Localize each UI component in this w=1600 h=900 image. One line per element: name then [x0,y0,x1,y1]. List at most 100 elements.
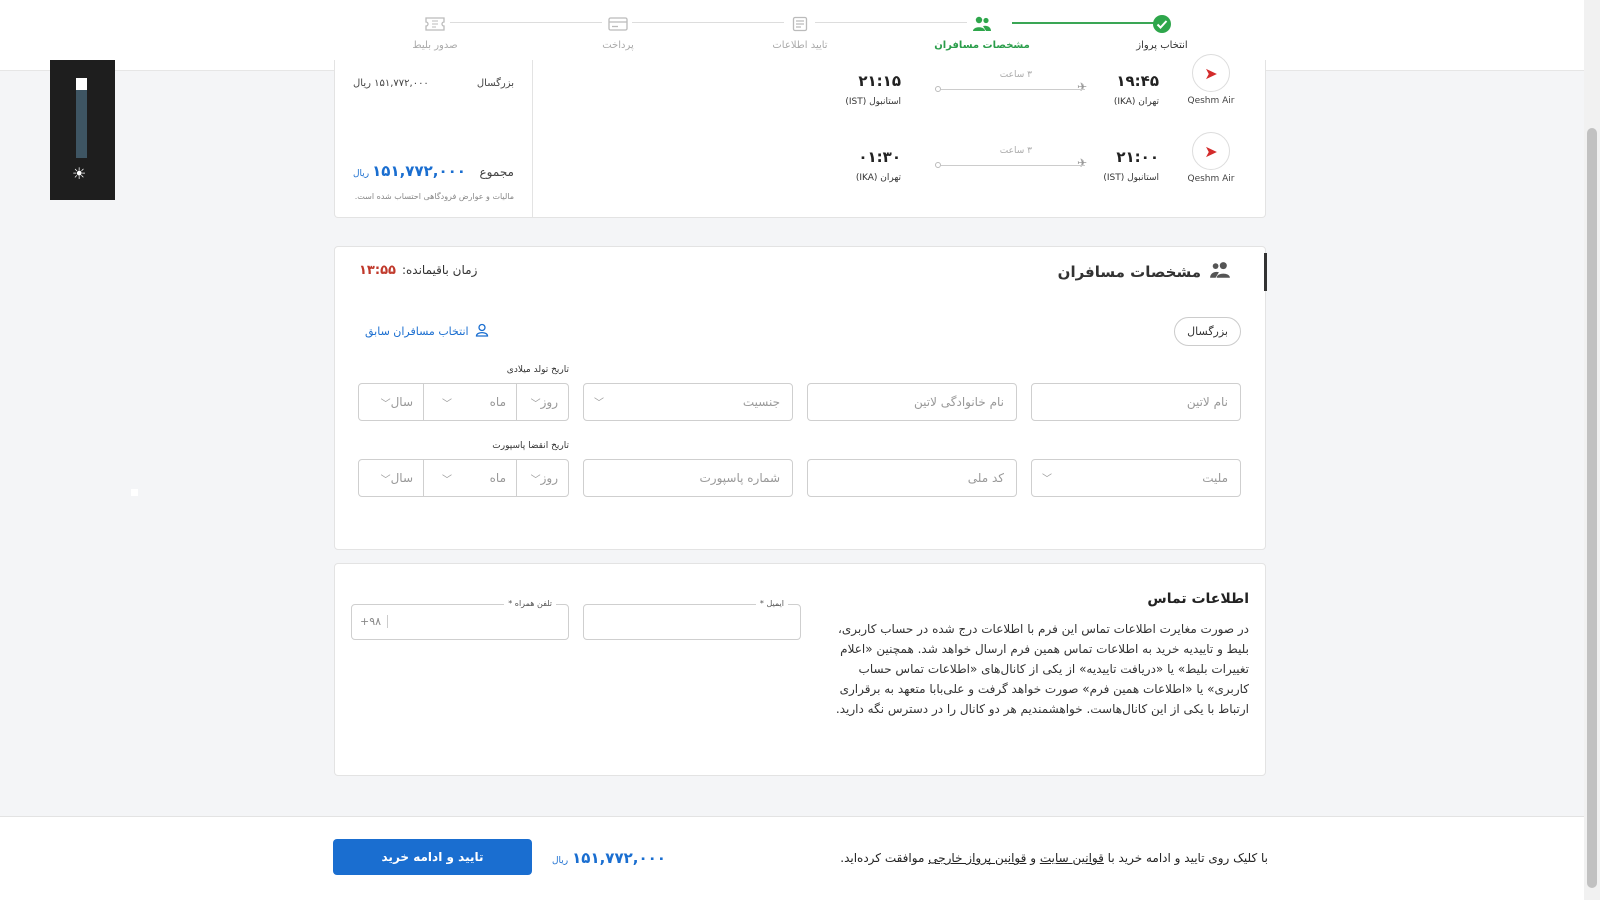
airline-logo-icon: ➤ [1192,132,1230,170]
step-payment[interactable]: پرداخت [558,14,678,51]
route-end-dot [935,86,941,92]
step-label: تایید اطلاعات [772,40,828,51]
footer-total-price: ۱۵۱,۷۷۲,۰۰۰ ریال [552,849,666,867]
placeholder: جنسیت [742,395,780,409]
nationality-select[interactable]: ملیت ﹀ [1031,459,1241,497]
step-passengers[interactable]: مشخصات مسافران [922,14,1042,51]
flight-duration: ۳ ساعت [999,146,1032,156]
field-label: تلفن همراه * [504,599,556,608]
expiry-day-select[interactable]: روز ﹀ [516,460,568,496]
chevron-down-icon: ﹀ [380,474,391,486]
step-select-flight[interactable]: انتخاب پرواز [1102,14,1222,51]
flight-duration: ۳ ساعت [999,70,1032,80]
arrival-city: تهران (IKA) [855,173,901,183]
section-accent [1264,253,1267,291]
chevron-down-icon: ﹀ [530,474,541,486]
users-icon [1209,261,1231,283]
placeholder: شماره پاسپورت [699,471,780,485]
step-issue-ticket[interactable]: صدور بلیط [375,14,495,51]
step-label: انتخاب پرواز [1136,40,1188,51]
passenger-details-card: مشخصات مسافران زمان باقیمانده: ۱۳:۵۵ بزر… [334,246,1267,550]
route-line [941,165,1085,166]
plane-icon: ✈ [1076,80,1087,94]
placeholder: نام لاتین [1186,395,1228,409]
user-icon [475,323,489,340]
checkout-bar: تایید و ادامه خرید ۱۵۱,۷۷۲,۰۰۰ ریال با ک… [0,816,1584,900]
birth-month-select[interactable]: ماه ﹀ [423,384,516,420]
timer-value: ۱۳:۵۵ [359,263,396,278]
passport-expiry-caption: تاریخ انقضا پاسپورت [492,441,569,451]
field-label: ایمیل * [755,599,788,608]
list-doc-icon [790,14,810,34]
placeholder: نام خانوادگی لاتین [914,395,1004,409]
expiry-year-select[interactable]: سال ﹀ [359,460,423,496]
birth-day-select[interactable]: روز ﹀ [516,384,568,420]
chevron-down-icon: ﹀ [530,398,541,410]
chevron-down-icon: ﹀ [442,474,452,486]
mobile-phone-field[interactable]: تلفن همراه * +۹۸ [351,599,569,640]
total-price: ۱۵۱,۷۷۲,۰۰۰ریال [353,162,466,180]
placeholder: کد ملی [967,471,1004,485]
foreign-flight-rules-link[interactable]: قوانین پرواز خارجی [928,851,1026,865]
arrival-time: ۲۱:۱۵ [858,72,901,90]
passport-number-input[interactable]: شماره پاسپورت [583,459,793,497]
adult-price: ۱۵۱,۷۷۲,۰۰۰ ریال [353,78,429,89]
contact-info-card: اطلاعات تماس در صورت مغایرت اطلاعات تماس… [334,563,1266,776]
email-field[interactable]: ایمیل * [583,599,801,640]
airline-name: Qeshm Air [1187,174,1235,184]
confirm-continue-button[interactable]: تایید و ادامه خرید [333,839,532,875]
card-icon [608,14,628,34]
placeholder: ملیت [1202,471,1228,485]
select-previous-passengers-link[interactable]: انتخاب مسافران سابق [365,323,489,340]
page-scrollbar[interactable] [1584,0,1600,900]
departure-time: ۲۱:۰۰ [1116,148,1159,166]
adult-label: بزرگسال [476,78,514,89]
flight-leg-return: ➤ Qeshm Air ۲۱:۰۰ استانبول (IST) ۳ ساعت … [533,132,1265,210]
passenger-type-pill: بزرگسال [1174,317,1241,346]
check-circle-icon [1152,14,1172,34]
latin-last-name-input[interactable]: نام خانوادگی لاتین [807,383,1017,421]
step-confirm-info[interactable]: تایید اطلاعات [740,14,860,51]
brightness-slider-track[interactable] [76,78,87,158]
site-rules-link[interactable]: قوانین سایت [1040,851,1104,865]
users-icon [972,14,992,34]
terms-agreement: با کلیک روی تایید و ادامه خرید با قوانین… [840,851,1268,865]
gender-select[interactable]: جنسیت ﹀ [583,383,793,421]
country-code-prefix: +۹۸ [360,615,389,628]
departure-city: استانبول (IST) [1103,173,1159,183]
step-label: صدور بلیط [412,40,458,51]
flight-leg-outbound: ➤ Qeshm Air ۱۹:۴۵ تهران (IKA) ۳ ساعت ✈ ۲… [533,54,1265,134]
link-label: انتخاب مسافران سابق [365,325,469,338]
total-label: مجموع [479,165,514,179]
birth-date-picker: روز ﹀ ماه ﹀ سال ﹀ [358,383,569,421]
departure-city: تهران (IKA) [1113,97,1159,107]
passport-expiry-picker: روز ﹀ ماه ﹀ سال ﹀ [358,459,569,497]
contact-description: در صورت مغایرت اطلاعات تماس این فرم با ا… [835,622,1249,716]
airline-name: Qeshm Air [1187,96,1235,106]
birth-date-caption: تاریخ تولد میلادی [506,365,569,375]
scrollbar-thumb[interactable] [1587,128,1597,888]
national-code-input[interactable]: کد ملی [807,459,1017,497]
route-end-dot [935,162,941,168]
step-label: پرداخت [602,40,634,51]
latin-name-input[interactable]: نام لاتین [1031,383,1241,421]
ticket-icon [425,14,445,34]
step-label: مشخصات مسافران [934,40,1030,51]
brightness-slider-thumb[interactable] [76,78,87,90]
chevron-down-icon: ﹀ [442,398,452,410]
expiry-month-select[interactable]: ماه ﹀ [423,460,516,496]
section-title: مشخصات مسافران [1057,263,1201,281]
section-title: اطلاعات تماس [1147,591,1249,607]
countdown-timer: زمان باقیمانده: ۱۳:۵۵ [359,263,477,278]
timer-label: زمان باقیمانده: [401,263,478,277]
birth-year-select[interactable]: سال ﹀ [359,384,423,420]
airline-logo-icon: ➤ [1192,54,1230,92]
stray-pixel [131,489,138,496]
departure-time: ۱۹:۴۵ [1116,72,1159,90]
chevron-down-icon: ﹀ [1042,474,1052,485]
sun-icon: ☀ [72,164,87,183]
tax-note: مالیات و عوارض فرودگاهی احتساب شده است. [354,192,514,201]
route-line [941,89,1085,90]
plane-icon: ✈ [1076,156,1087,170]
brightness-widget[interactable]: ☀ [50,60,115,200]
